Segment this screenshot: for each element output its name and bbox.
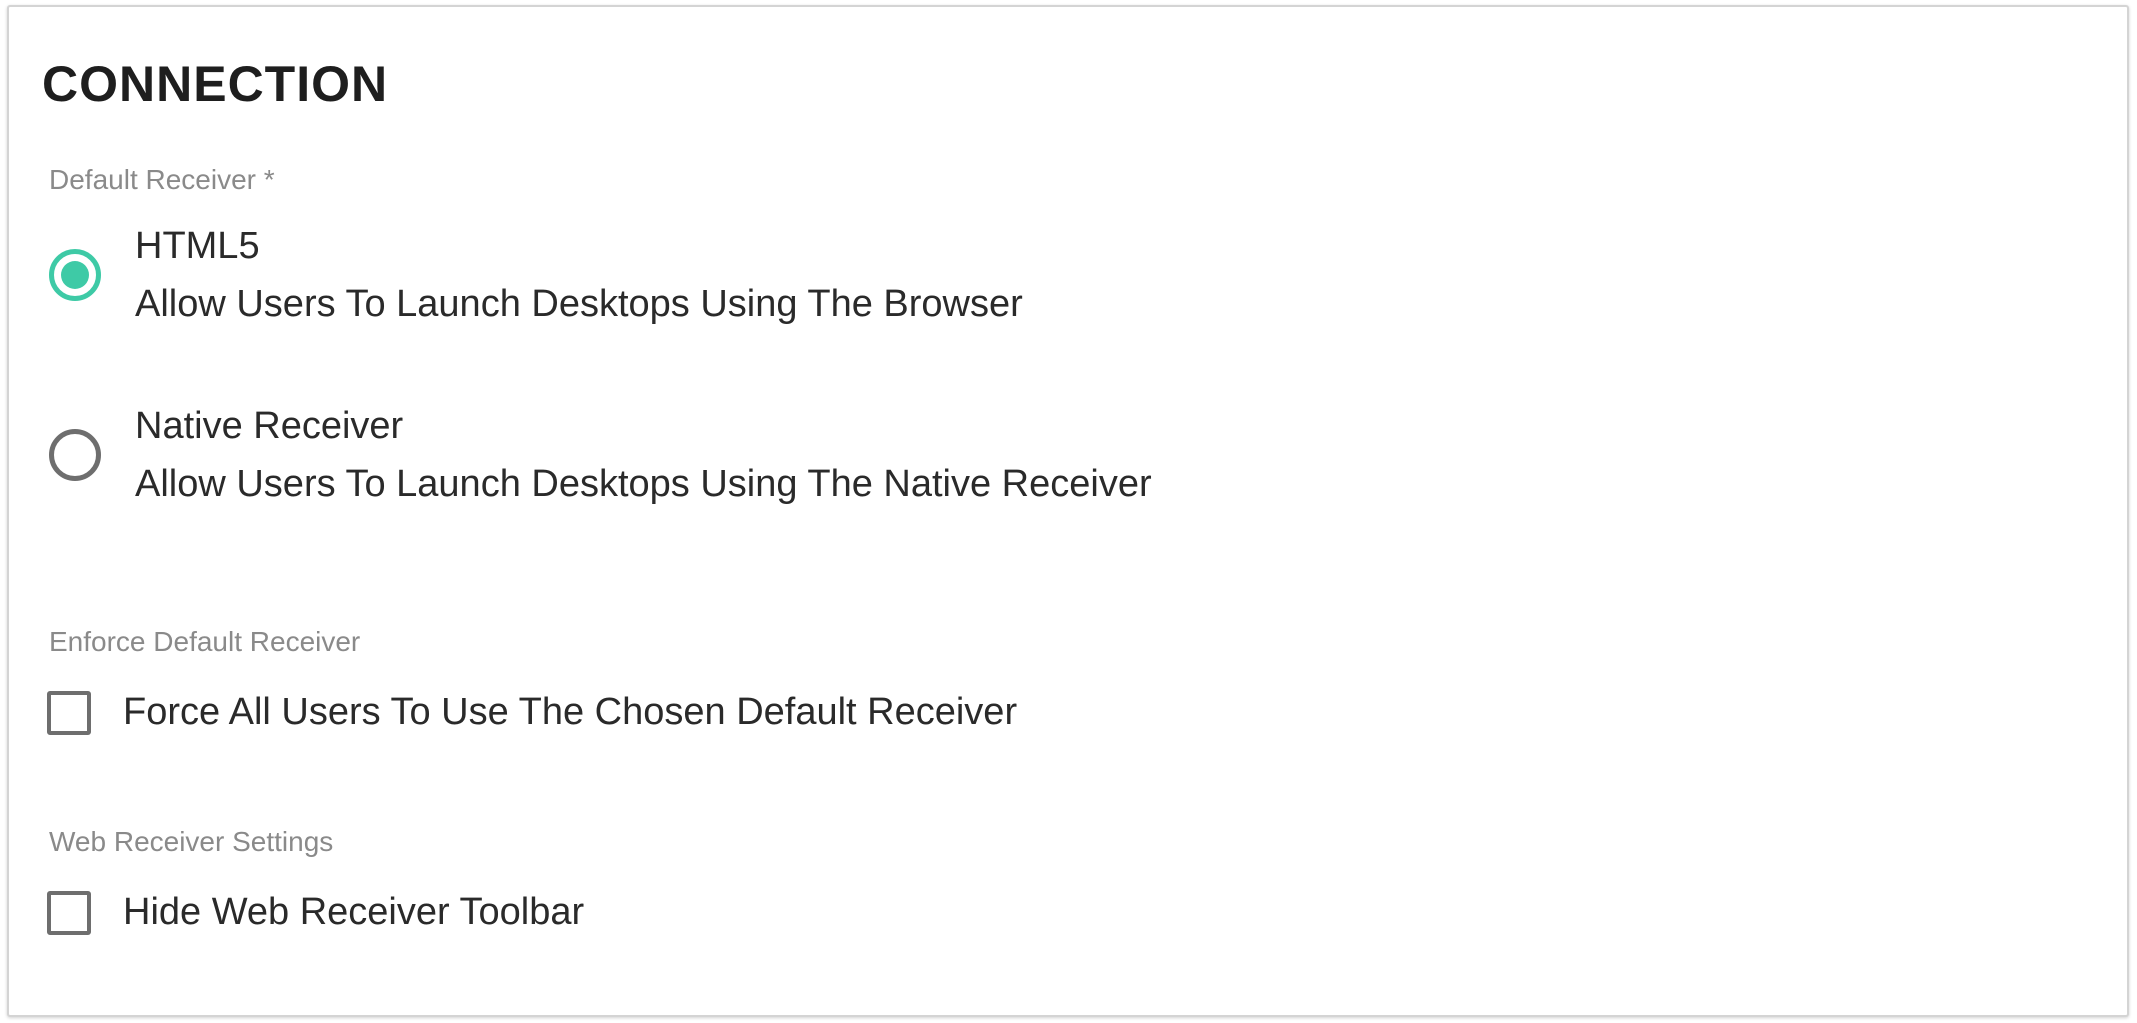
radio-dot [61, 261, 89, 289]
hide-web-receiver-toolbar-checkbox-row[interactable]: Hide Web Receiver Toolbar [47, 887, 1447, 939]
enforce-default-receiver-label: Enforce Default Receiver [49, 626, 361, 657]
radio-checked-icon[interactable] [49, 249, 101, 301]
section-title: CONNECTION [42, 56, 389, 112]
radio-unchecked-icon[interactable] [49, 429, 101, 481]
radio-option-native-receiver[interactable]: Native Receiver Allow Users To Launch De… [44, 403, 1444, 513]
hide-web-receiver-toolbar-checkbox-label: Hide Web Receiver Toolbar [123, 891, 585, 933]
radio-title-html5: HTML5 [135, 225, 260, 267]
checkbox-unchecked-icon[interactable] [47, 891, 91, 935]
connection-card: CONNECTION Default Receiver * HTML5 Allo… [7, 5, 2129, 1017]
radio-option-html5[interactable]: HTML5 Allow Users To Launch Desktops Usi… [44, 223, 1444, 333]
web-receiver-settings-label: Web Receiver Settings [49, 826, 334, 857]
default-receiver-label: Default Receiver * [49, 164, 275, 195]
enforce-default-receiver-checkbox-row[interactable]: Force All Users To Use The Chosen Defaul… [47, 687, 1447, 739]
enforce-default-receiver-checkbox-label: Force All Users To Use The Chosen Defaul… [123, 691, 1018, 733]
radio-title-native-receiver: Native Receiver [135, 405, 404, 447]
radio-description-html5: Allow Users To Launch Desktops Using The… [135, 283, 1023, 325]
radio-description-native-receiver: Allow Users To Launch Desktops Using The… [135, 463, 1152, 505]
checkbox-unchecked-icon[interactable] [47, 691, 91, 735]
